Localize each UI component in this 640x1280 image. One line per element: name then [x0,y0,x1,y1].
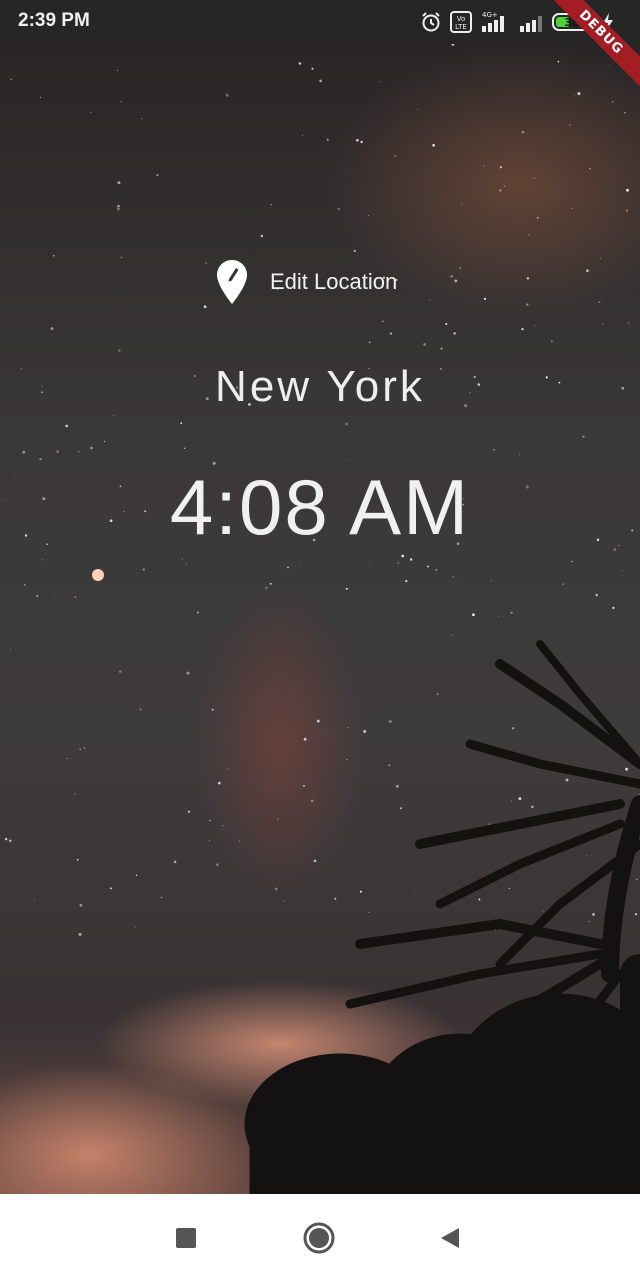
signal-icon: 4G+ [482,11,504,32]
debug-banner: DEBUG [530,0,640,110]
back-button[interactable] [428,1216,472,1260]
location-edit-icon [217,260,247,304]
app-screen: 2:39 PM Vo LTE 4G+ 38 DEBUG Edit Locatio… [0,0,640,1280]
edit-location-label: Edit Location [270,269,398,294]
volte-icon: Vo LTE [450,11,472,33]
edit-location-button[interactable]: Edit Location [212,256,401,308]
recents-button[interactable] [164,1216,208,1260]
svg-text:LTE: LTE [455,23,467,31]
home-icon [303,1222,335,1254]
navigation-bar [0,1194,640,1280]
back-icon [441,1228,459,1248]
status-time: 2:39 PM [18,10,90,31]
recents-icon [176,1228,196,1248]
home-button[interactable] [297,1216,341,1260]
svg-text:Vo: Vo [457,15,466,23]
alarm-icon [422,12,440,32]
main-content: Edit Location New York 4:08 AM [0,44,640,1194]
city-name: New York [215,362,425,411]
time-display: 4:08 AM [169,463,471,551]
svg-text:4G+: 4G+ [482,11,498,19]
